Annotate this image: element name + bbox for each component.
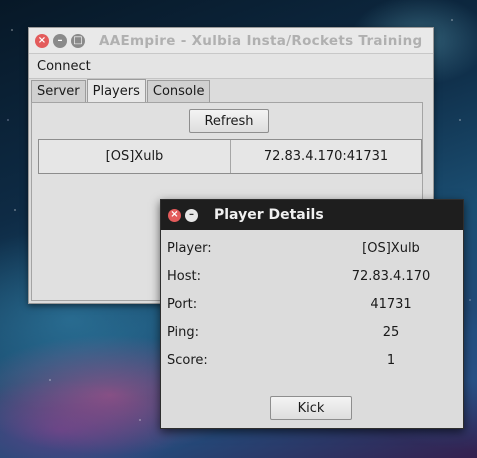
field-label: Host: xyxy=(167,268,201,284)
field-value: 1 xyxy=(386,352,396,368)
field-label: Player: xyxy=(167,240,212,256)
field-value: 25 xyxy=(382,324,400,340)
window-title: AAEmpire - Xulbia Insta/Rockets Training xyxy=(99,32,423,49)
field-value: 41731 xyxy=(370,296,412,312)
maximize-icon[interactable]: □ xyxy=(71,33,85,48)
player-host-cell[interactable]: 72.83.4.170:41731 xyxy=(231,140,421,173)
dialog-title: Player Details xyxy=(214,207,324,223)
close-icon[interactable]: × xyxy=(168,208,181,222)
field-label: Score: xyxy=(167,352,208,368)
tab-console[interactable]: Console xyxy=(146,80,211,102)
field-value: [OS]Xulb xyxy=(362,240,420,256)
menu-bar: Connect xyxy=(29,54,433,79)
title-bar[interactable]: × – □ AAEmpire - Xulbia Insta/Rockets Tr… xyxy=(29,28,433,54)
field-score: Score: 1 xyxy=(161,350,463,370)
kick-button[interactable]: Kick xyxy=(270,396,352,420)
field-player: Player: [OS]Xulb xyxy=(161,238,463,258)
minimize-icon[interactable]: – xyxy=(53,33,67,48)
field-ping: Ping: 25 xyxy=(161,322,463,342)
dialog-title-bar[interactable]: × – Player Details xyxy=(161,200,463,230)
field-port: Port: 41731 xyxy=(161,294,463,314)
close-icon[interactable]: × xyxy=(35,33,49,48)
minimize-icon[interactable]: – xyxy=(185,208,198,222)
tab-players[interactable]: Players xyxy=(86,79,146,102)
table-row[interactable]: [OS]Xulb 72.83.4.170:41731 xyxy=(38,139,422,174)
dialog-body: Player: [OS]Xulb Host: 72.83.4.170 Port:… xyxy=(161,230,463,427)
field-label: Port: xyxy=(167,296,198,312)
field-value: 72.83.4.170 xyxy=(351,268,431,284)
refresh-button[interactable]: Refresh xyxy=(189,109,269,133)
field-host: Host: 72.83.4.170 xyxy=(161,266,463,286)
tab-bar: Server Players Console xyxy=(31,79,211,102)
tab-server[interactable]: Server xyxy=(31,80,86,102)
player-name-cell[interactable]: [OS]Xulb xyxy=(39,140,231,173)
menu-connect[interactable]: Connect xyxy=(29,59,99,74)
field-label: Ping: xyxy=(167,324,200,340)
player-details-dialog: × – Player Details Player: [OS]Xulb Host… xyxy=(160,199,464,429)
